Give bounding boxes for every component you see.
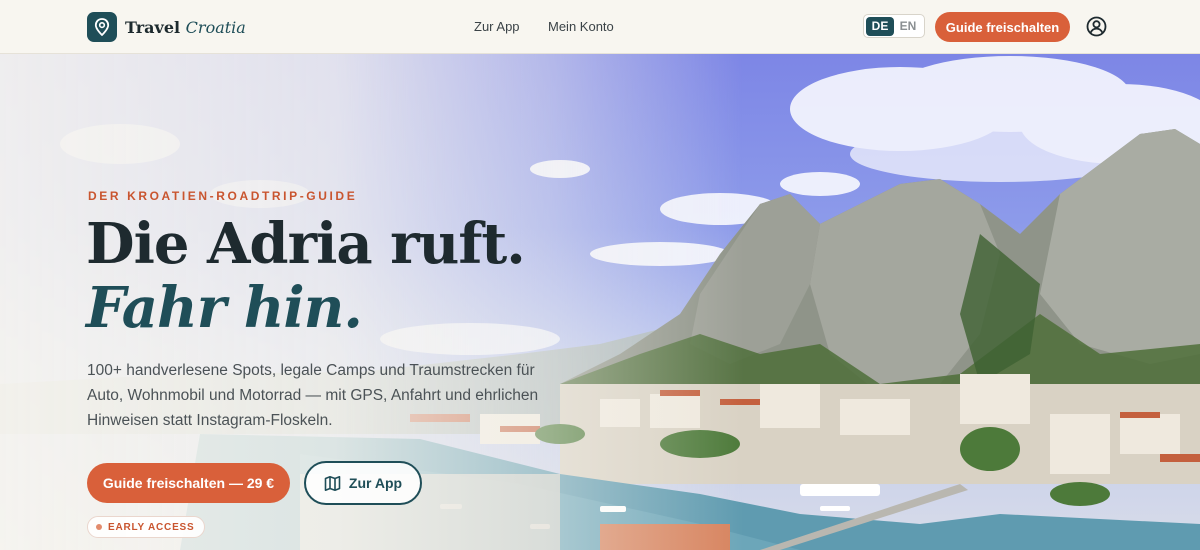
language-switcher: DE EN <box>863 14 925 38</box>
brand-prefix: Travel <box>125 17 181 37</box>
map-icon <box>324 475 341 491</box>
hero-headline-line1: Die Adria ruft. <box>86 211 526 277</box>
brand-name: Travel Croatia <box>125 18 246 37</box>
early-access-badge: EARLY ACCESS <box>87 516 206 538</box>
unlock-guide-button[interactable]: Guide freischalten <box>935 12 1070 42</box>
map-pin-icon <box>87 12 117 42</box>
hero-eyebrow: DER KROATIEN-ROADTRIP-GUIDE <box>88 189 358 203</box>
nav-link-app[interactable]: Zur App <box>474 19 520 34</box>
nav-link-account[interactable]: Mein Konto <box>548 19 614 34</box>
language-option-en[interactable]: EN <box>894 17 922 36</box>
hero-lead-text: 100+ handverlesene Spots, legale Camps u… <box>87 362 539 429</box>
brand-logo[interactable]: Travel Croatia <box>87 12 246 42</box>
status-dot-icon <box>96 524 102 530</box>
hero-headline-line2: Fahr hin. <box>86 275 363 341</box>
open-app-label: Zur App <box>348 475 403 491</box>
early-access-label: EARLY ACCESS <box>108 521 195 533</box>
open-app-button[interactable]: Zur App <box>304 461 422 505</box>
top-navigation: Travel Croatia Zur App Mein Konto DE EN … <box>0 0 1200 54</box>
user-circle-icon[interactable] <box>1086 16 1107 42</box>
language-option-de[interactable]: DE <box>866 16 894 36</box>
brand-accent: Croatia <box>185 17 246 37</box>
unlock-guide-price-button[interactable]: Guide freischalten — 29 € <box>87 463 290 503</box>
